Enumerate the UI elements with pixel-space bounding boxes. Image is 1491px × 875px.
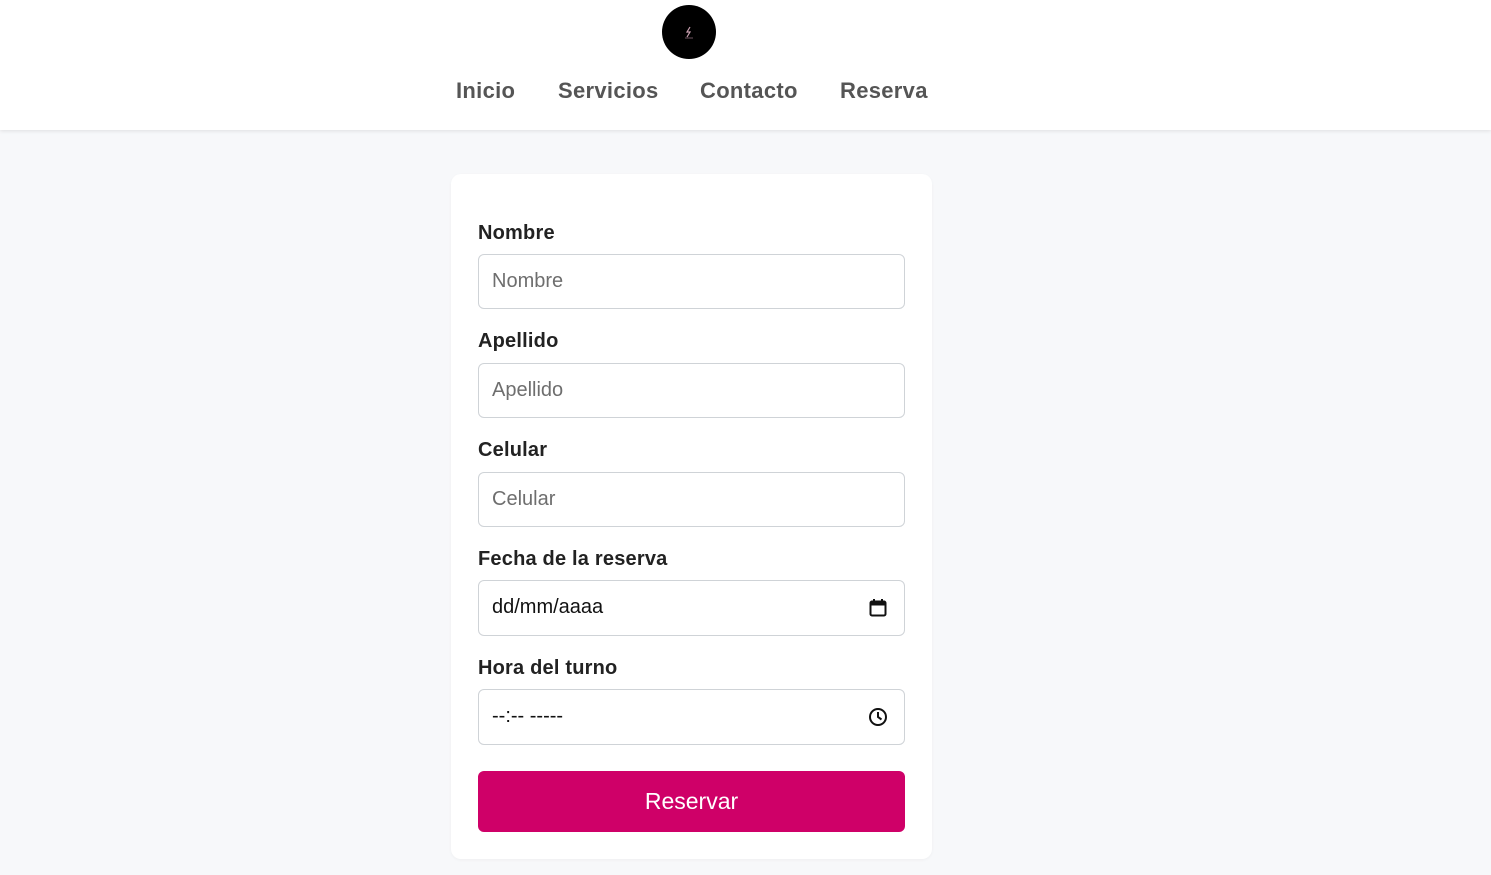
nombre-input[interactable]: [478, 254, 905, 309]
fecha-value: dd/mm/aaaa: [492, 596, 604, 618]
nombre-label: Nombre: [478, 222, 555, 244]
nav-contacto[interactable]: Contacto: [700, 78, 798, 104]
fecha-label: Fecha de la reserva: [478, 548, 668, 570]
hora-label: Hora del turno: [478, 657, 618, 679]
nav-inicio[interactable]: Inicio: [456, 78, 515, 104]
hora-input[interactable]: --:-- -----: [478, 689, 905, 745]
apellido-label: Apellido: [478, 330, 559, 352]
nav-servicios[interactable]: Servicios: [558, 78, 659, 104]
main-nav: Inicio Servicios Contacto Reserva: [0, 78, 1491, 108]
clock-icon[interactable]: [868, 707, 888, 727]
fecha-input[interactable]: dd/mm/aaaa: [478, 580, 905, 636]
celular-input[interactable]: [478, 472, 905, 527]
brand-logo-icon[interactable]: [662, 5, 716, 59]
calendar-icon[interactable]: [868, 598, 888, 618]
nav-reserva[interactable]: Reserva: [840, 78, 928, 104]
reservation-form: Nombre Apellido Celular Fecha de la rese…: [451, 174, 932, 859]
hora-value: --:-- -----: [492, 705, 564, 727]
reservar-button[interactable]: Reservar: [478, 771, 905, 832]
apellido-input[interactable]: [478, 363, 905, 418]
site-header: Inicio Servicios Contacto Reserva: [0, 0, 1491, 130]
celular-label: Celular: [478, 439, 548, 461]
